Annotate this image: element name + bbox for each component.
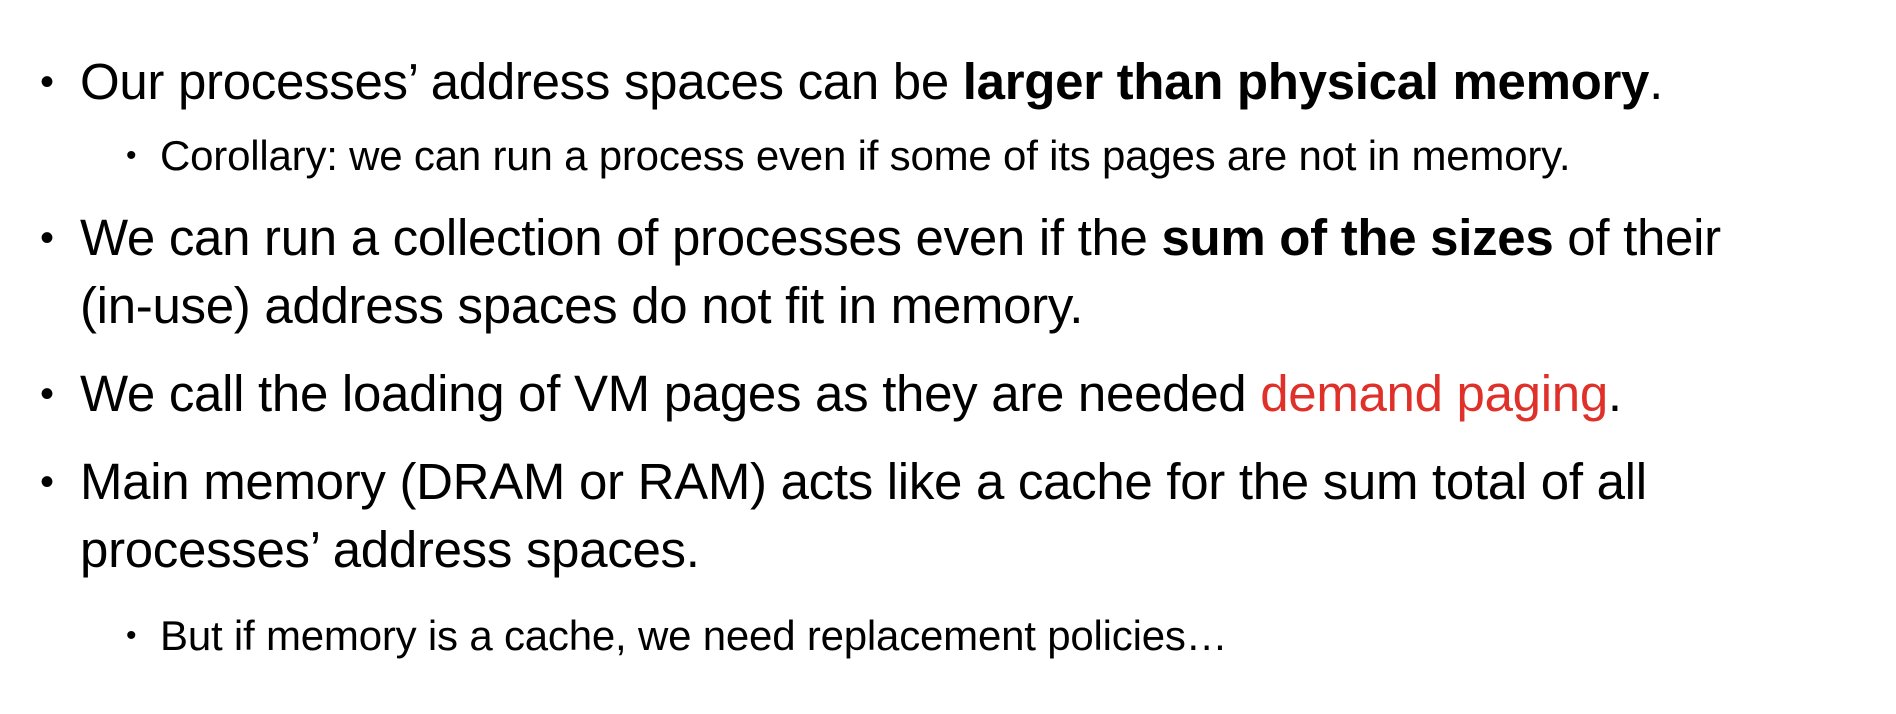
sub-bullet-text: But if memory is a cache, we need replac… (160, 612, 1228, 659)
bullet-text: Our processes’ address spaces can be (80, 53, 963, 110)
bullet-bold-text: sum of the sizes (1161, 209, 1554, 266)
bullet-text-end: . (1649, 53, 1663, 110)
demand-paging-term: demand paging (1260, 365, 1608, 422)
bullet-bold-text: larger than physical memory (962, 53, 1650, 110)
slide-body: • Our processes’ address spaces can be l… (0, 0, 1896, 714)
bullet-dot: • (40, 460, 54, 504)
sub-bullet-dot: • (126, 139, 137, 172)
bullet-demand-paging: • We call the loading of VM pages as the… (40, 360, 1800, 428)
bullet-dot: • (40, 372, 54, 416)
bullet-sum-of-sizes: • We can run a collection of processes e… (40, 204, 1800, 340)
sub-bullet-dot: • (126, 619, 137, 652)
sub-bullet-replacement-policies: • But if memory is a cache, we need repl… (126, 608, 1840, 664)
sub-bullet-text: Corollary: we can run a process even if … (160, 132, 1571, 179)
bullet-text-end: . (1607, 365, 1622, 422)
sub-bullet-corollary: • Corollary: we can run a process even i… (126, 128, 1840, 184)
bullet-text: We call the loading of VM pages as they … (80, 365, 1261, 422)
bullet-dot: • (40, 60, 54, 104)
bullet-dot: • (40, 216, 54, 260)
bullet-text: Main memory (DRAM or RAM) acts like a ca… (80, 453, 1647, 578)
bullet-text: We can run a collection of processes eve… (80, 209, 1162, 266)
bullet-larger-than-physical-memory: • Our processes’ address spaces can be l… (40, 48, 1800, 116)
bullet-main-memory-cache: • Main memory (DRAM or RAM) acts like a … (40, 448, 1800, 584)
